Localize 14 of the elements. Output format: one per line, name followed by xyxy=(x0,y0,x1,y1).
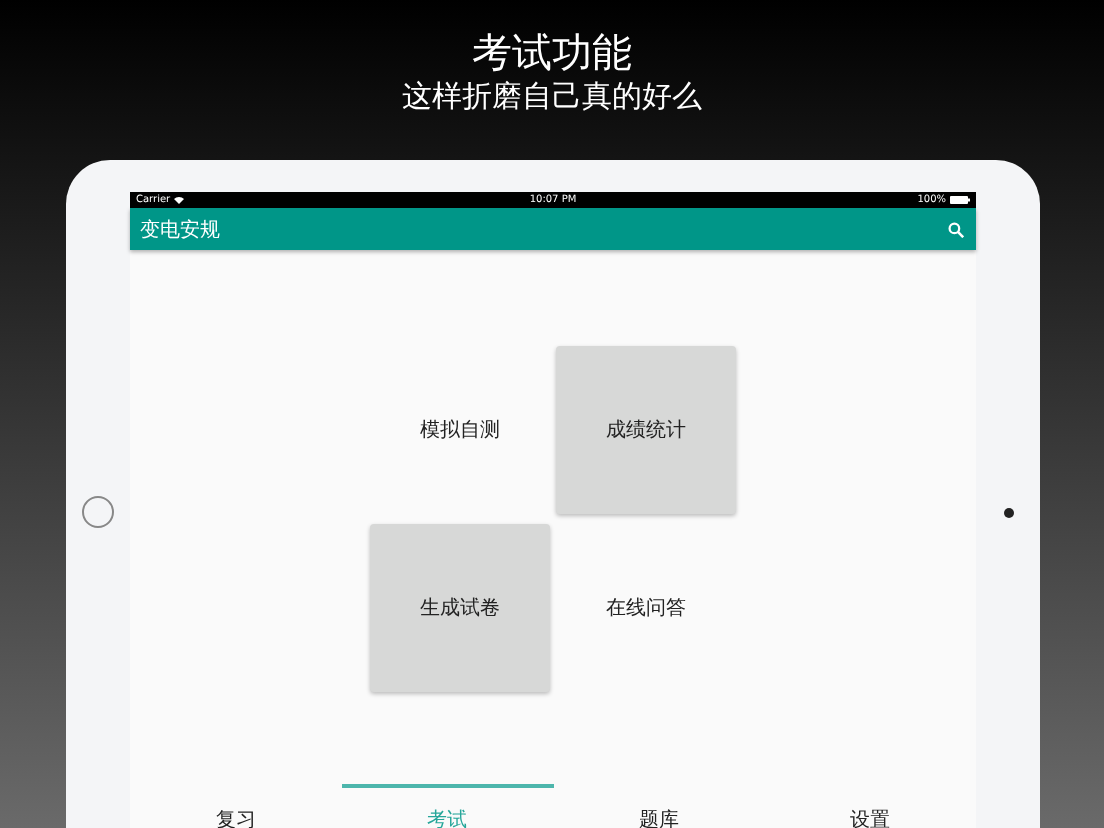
battery-icon xyxy=(950,196,970,204)
app-title: 变电安规 xyxy=(140,217,220,243)
tab[interactable]: 设置 xyxy=(764,784,976,828)
camera-dot xyxy=(1003,508,1013,518)
menu-tile[interactable]: 成绩统计 xyxy=(556,346,736,514)
promo-title: 考试功能 xyxy=(472,28,632,76)
promo-subtitle: 这样折磨自己真的好么 xyxy=(402,76,702,116)
menu-tile[interactable]: 模拟自测 xyxy=(370,346,550,514)
wifi-icon xyxy=(174,196,185,204)
menu-tile[interactable]: 生成试卷 xyxy=(370,524,550,692)
tab[interactable]: 题库 xyxy=(553,784,765,828)
menu-tile[interactable]: 在线问答 xyxy=(556,524,736,692)
tab[interactable]: 复习 xyxy=(130,784,342,828)
search-icon[interactable] xyxy=(948,221,964,237)
